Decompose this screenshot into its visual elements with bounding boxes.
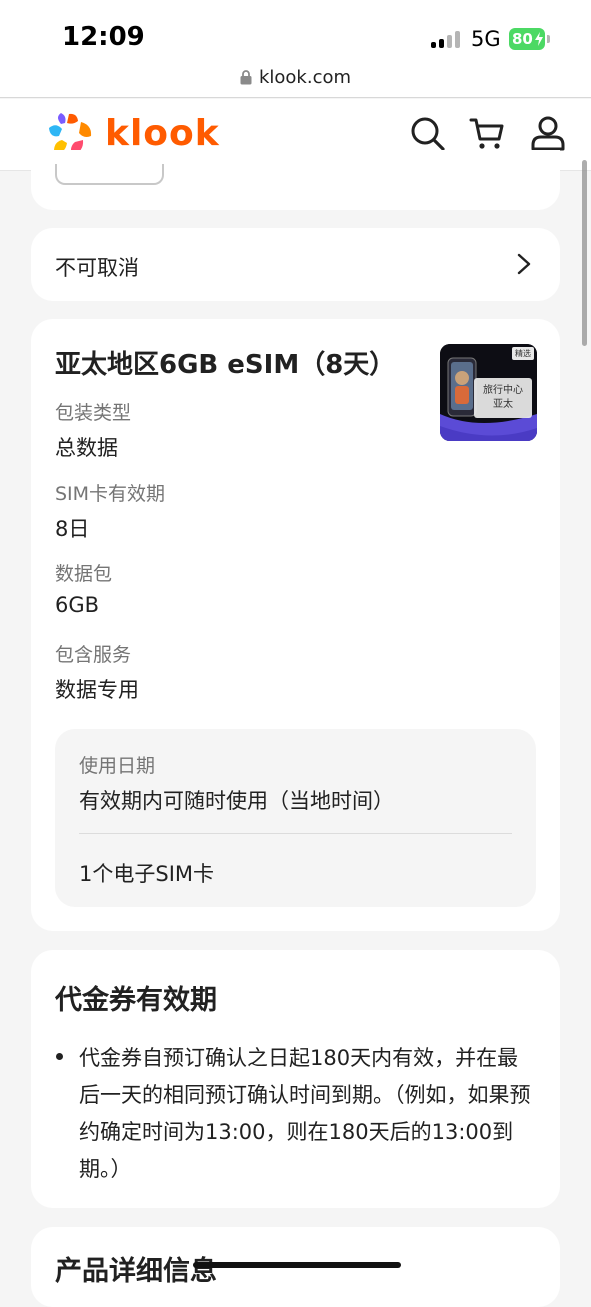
- home-indicator[interactable]: [193, 1262, 401, 1268]
- battery-level: 80: [512, 30, 533, 48]
- option-card-partial: [31, 150, 560, 210]
- url-text: klook.com: [258, 67, 352, 88]
- battery-icon: 80: [509, 28, 550, 50]
- field-value: 8日: [55, 517, 90, 541]
- cancellation-policy-row[interactable]: 不可取消: [31, 228, 560, 301]
- thumbnail-tag: 精选: [512, 347, 534, 360]
- user-icon[interactable]: [530, 115, 566, 151]
- option-button-partial[interactable]: [55, 164, 164, 185]
- usage-date-value: 有效期内可随时使用（当地时间）: [79, 789, 394, 813]
- divider: [79, 833, 512, 834]
- details-title: 产品详细信息: [55, 1256, 217, 1287]
- usage-info-box: 使用日期 有效期内可随时使用（当地时间） 1个电子SIM卡: [55, 729, 536, 907]
- field-label: 包含服务: [55, 644, 132, 666]
- field-value: 总数据: [55, 436, 118, 460]
- thumbnail-line-1: 旅行中心: [483, 385, 523, 396]
- field-value: 数据专用: [55, 678, 139, 702]
- field-label: 包装类型: [55, 402, 132, 424]
- thumbnail-line-2: 亚太: [493, 399, 513, 410]
- thumbnail-caption: 旅行中心 亚太: [474, 378, 532, 418]
- logo-text: klook: [105, 113, 220, 154]
- search-icon[interactable]: [409, 115, 445, 151]
- sim-count: 1个电子SIM卡: [79, 862, 215, 886]
- product-title: 亚太地区6GB eSIM（8天）: [55, 350, 396, 380]
- bullet-icon: [56, 1053, 63, 1060]
- lock-icon: [240, 70, 252, 85]
- chevron-right-icon: [517, 253, 531, 275]
- cart-icon[interactable]: [469, 115, 505, 151]
- status-time: 12:09: [62, 22, 145, 52]
- voucher-title: 代金券有效期: [55, 985, 217, 1016]
- voucher-text: 代金券自预订确认之日起180天内有效，并在最后一天的相同预订确认时间到期。（例如…: [79, 1046, 531, 1181]
- signal-icon: [431, 30, 463, 48]
- product-card: 亚太地区6GB eSIM（8天） 精选 旅行中心 亚太 包装类型 总数据 SIM…: [31, 319, 560, 931]
- status-bar: 12:09 5G 80: [0, 0, 591, 58]
- field-value: 6GB: [55, 593, 100, 617]
- cancellation-label: 不可取消: [55, 256, 139, 280]
- page-scrollbar[interactable]: [582, 160, 587, 346]
- product-thumbnail[interactable]: 精选 旅行中心 亚太: [440, 344, 537, 441]
- browser-url-bar[interactable]: klook.com: [0, 58, 591, 98]
- usage-date-label: 使用日期: [79, 755, 156, 777]
- field-label: 数据包: [55, 563, 113, 585]
- charging-bolt-icon: [535, 32, 543, 46]
- network-type: 5G: [471, 27, 501, 51]
- field-label: SIM卡有效期: [55, 483, 166, 505]
- voucher-validity-card: 代金券有效期 代金券自预订确认之日起180天内有效，并在最后一天的相同预订确认时…: [31, 950, 560, 1208]
